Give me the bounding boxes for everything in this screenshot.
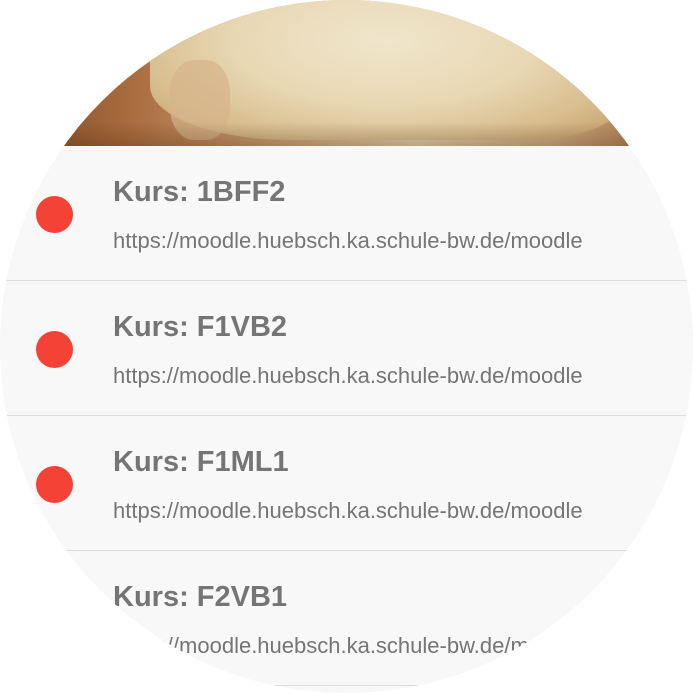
course-list: Kurs: 1BFF2 https://moodle.huebsch.ka.sc… [0, 146, 693, 686]
list-item[interactable]: Kurs: F1ML1 https://moodle.huebsch.ka.sc… [0, 416, 693, 551]
course-title: Kurs: 1BFF2 [113, 176, 286, 208]
status-dot-icon [36, 196, 73, 233]
course-url: https://moodle.huebsch.ka.schule-bw.de/m… [113, 498, 583, 523]
header-shade [0, 122, 693, 146]
status-dot-icon [36, 466, 73, 503]
course-url: https://moodle.huebsch.ka.schule-bw.de/m… [113, 363, 583, 388]
status-dot-icon [36, 331, 73, 368]
list-item[interactable]: Kurs: 1BFF2 https://moodle.huebsch.ka.sc… [0, 146, 693, 281]
course-title: Kurs: F1ML1 [113, 446, 289, 478]
course-title: Kurs: F1VB2 [113, 311, 288, 343]
course-url: https://moodle.huebsch.ka.schule-bw.de/m… [113, 228, 583, 253]
round-watch-screen: Kurs: 1BFF2 https://moodle.huebsch.ka.sc… [0, 0, 693, 693]
header-image [0, 0, 693, 146]
course-title: Kurs: F2VB1 [113, 581, 288, 613]
course-url: https://moodle.huebsch.ka.schule-bw.de/m… [113, 633, 583, 658]
list-item[interactable]: Kurs: F1VB2 https://moodle.huebsch.ka.sc… [0, 281, 693, 416]
list-item[interactable]: Kurs: F2VB1 https://moodle.huebsch.ka.sc… [0, 551, 693, 686]
